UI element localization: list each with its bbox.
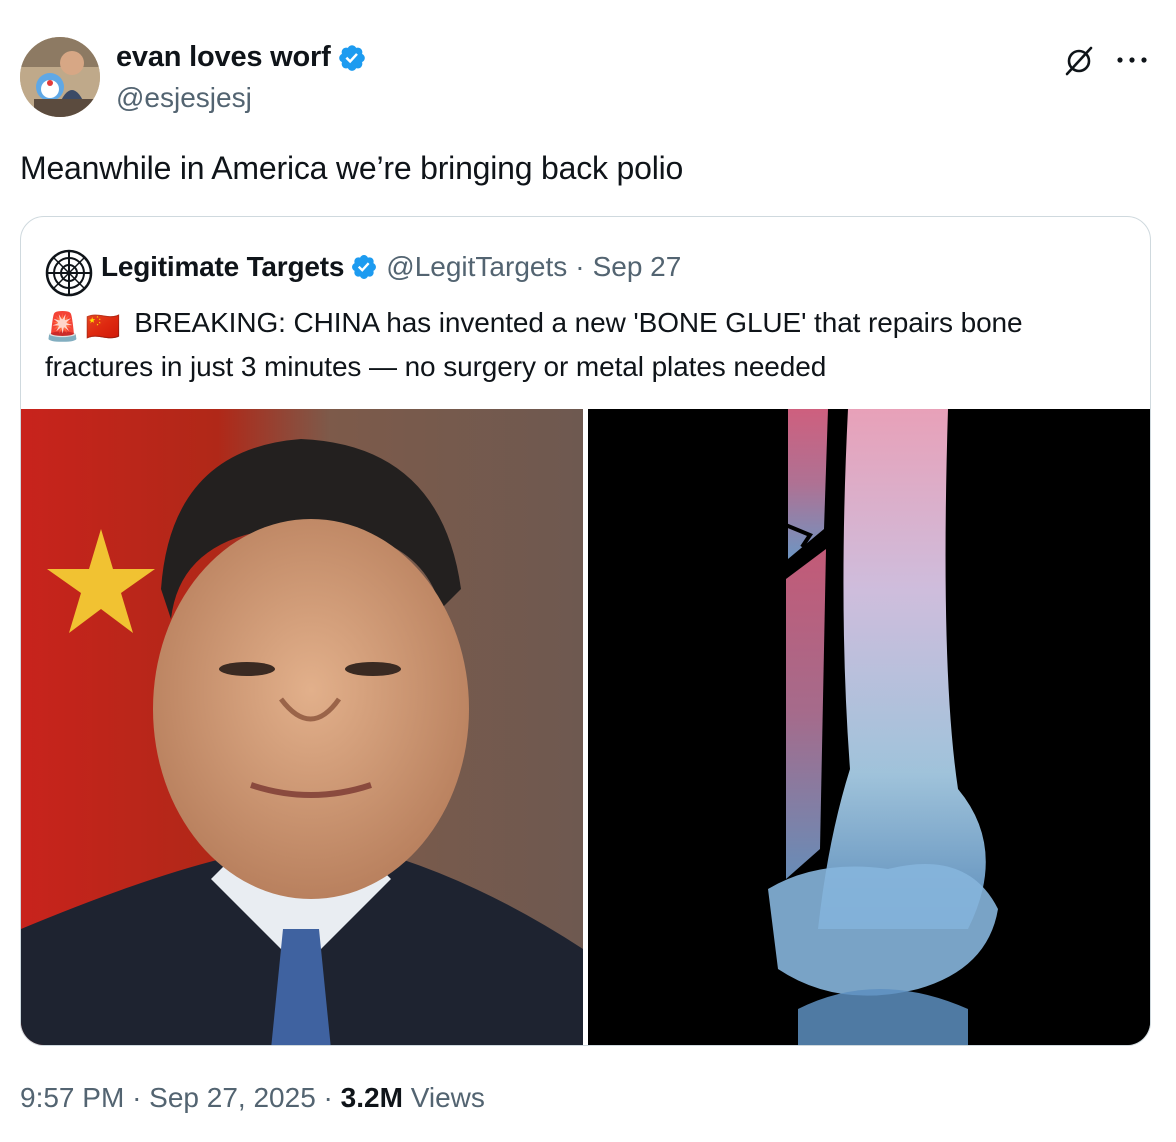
author-display-name[interactable]: evan loves worf bbox=[116, 41, 331, 74]
author-avatar[interactable] bbox=[20, 37, 100, 117]
grok-icon[interactable] bbox=[1062, 44, 1096, 78]
portrait-image-icon bbox=[21, 409, 583, 1045]
quote-body: BREAKING: CHINA has invented a new 'BONE… bbox=[45, 307, 1023, 382]
crosshair-avatar-icon[interactable] bbox=[45, 249, 93, 297]
views-count[interactable]: 3.2M bbox=[341, 1082, 403, 1113]
author-name[interactable]: evan loves worf bbox=[116, 41, 367, 74]
quote-date[interactable]: Sep 27 bbox=[593, 251, 682, 283]
quote-media[interactable] bbox=[21, 409, 1150, 1045]
quote-author-name[interactable]: Legitimate Targets bbox=[101, 251, 344, 283]
siren-icon: 🚨 bbox=[45, 311, 80, 342]
avatar-photo-icon bbox=[20, 37, 100, 117]
tweet-time[interactable]: 9:57 PM bbox=[20, 1082, 124, 1113]
quote-author-handle[interactable]: @LegitTargets bbox=[386, 251, 567, 283]
xray-photo[interactable] bbox=[588, 409, 1150, 1045]
quote-tweet-card[interactable]: Legitimate Targets @LegitTargets · Sep 2… bbox=[20, 216, 1151, 1046]
verified-badge-icon bbox=[352, 255, 377, 279]
quote-text: 🚨 🇨🇳 BREAKING: CHINA has invented a new '… bbox=[45, 303, 1135, 387]
views-label: Views bbox=[410, 1082, 485, 1113]
author-handle[interactable]: @esjesjesj bbox=[116, 82, 252, 114]
xray-image-icon bbox=[588, 409, 1150, 1045]
portrait-photo[interactable] bbox=[21, 409, 583, 1045]
quote-header: Legitimate Targets @LegitTargets · Sep 2… bbox=[101, 251, 681, 283]
verified-badge-icon bbox=[338, 44, 365, 71]
tweet-date[interactable]: Sep 27, 2025 bbox=[149, 1082, 316, 1113]
china-flag-icon: 🇨🇳 bbox=[85, 311, 121, 342]
more-icon[interactable] bbox=[1115, 55, 1149, 65]
tweet-meta: 9:57 PM · Sep 27, 2025 · 3.2M Views bbox=[20, 1082, 485, 1114]
separator-dot: · bbox=[323, 1082, 333, 1113]
separator-dot: · bbox=[132, 1082, 142, 1113]
separator-dot: · bbox=[575, 251, 585, 282]
tweet-text: Meanwhile in America we’re bringing back… bbox=[20, 150, 684, 186]
